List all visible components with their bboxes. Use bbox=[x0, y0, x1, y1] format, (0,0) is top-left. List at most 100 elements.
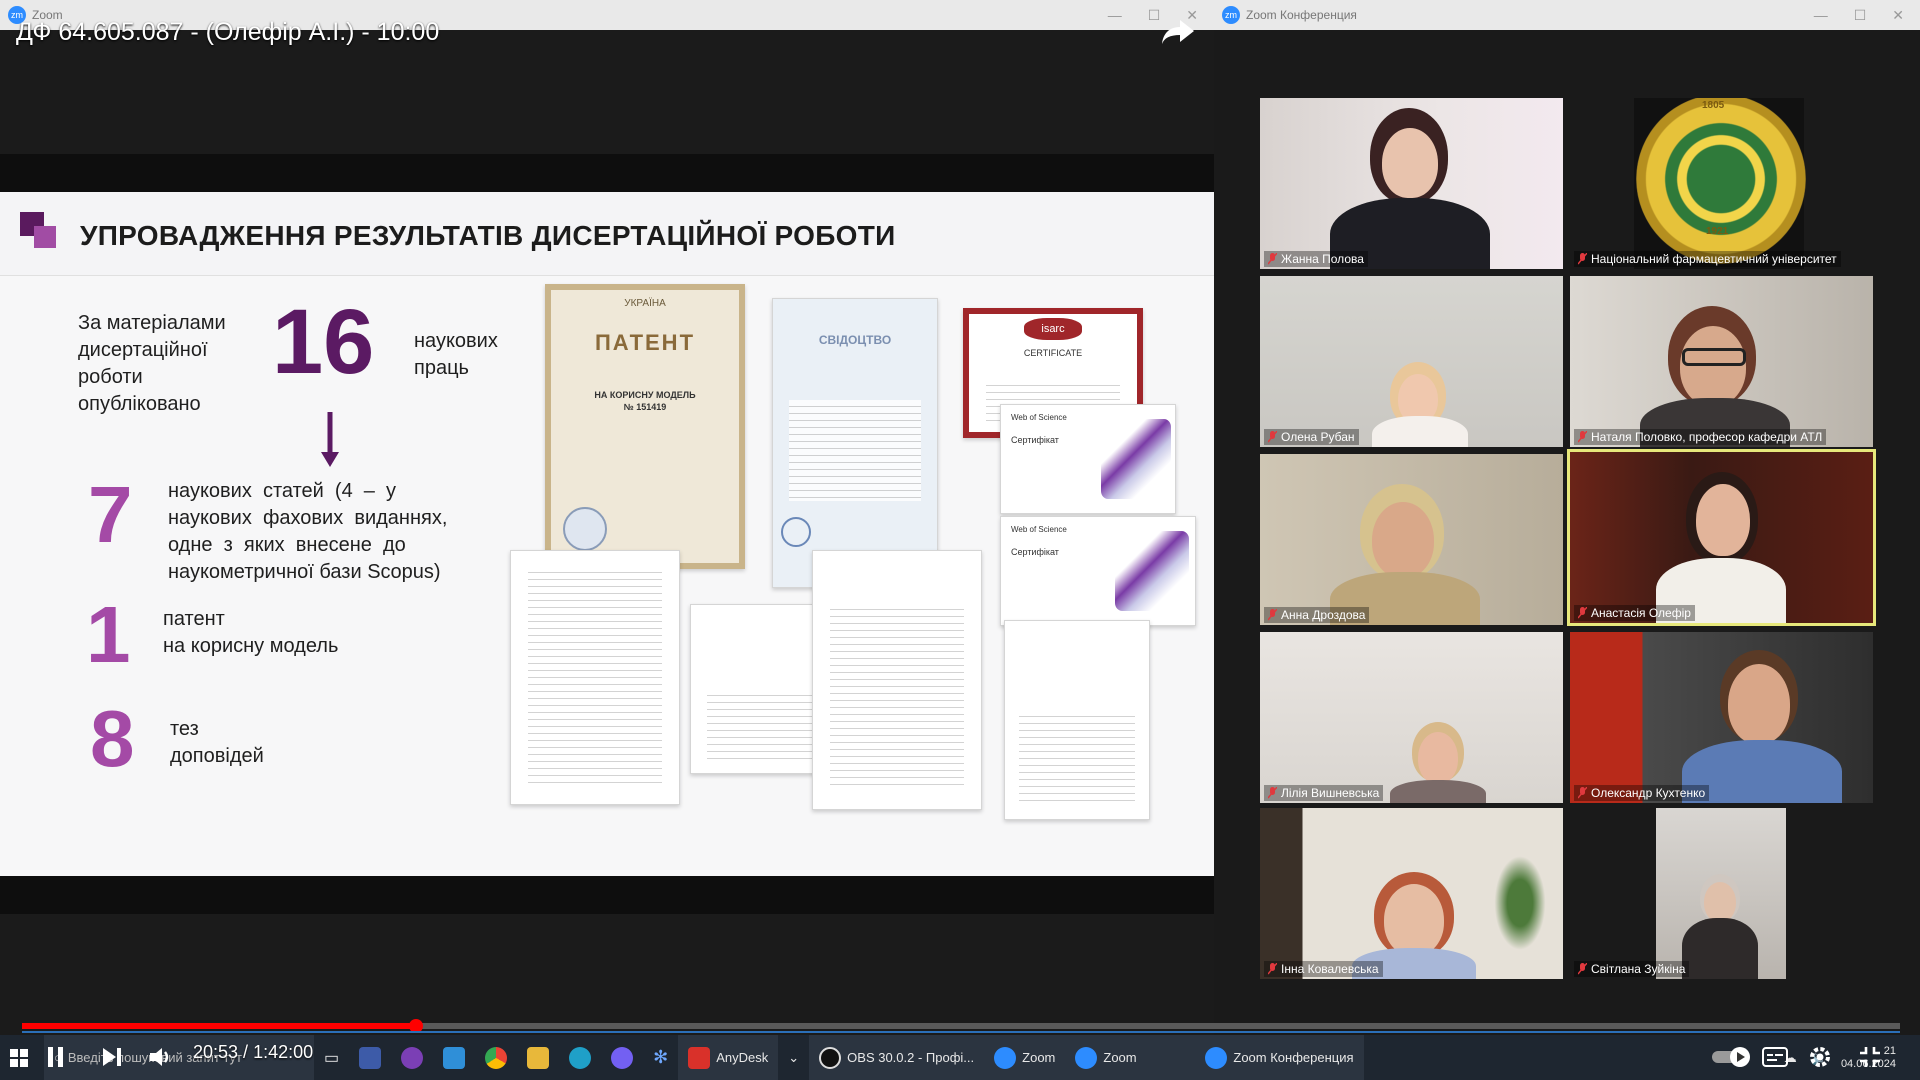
video-progress-bar[interactable] bbox=[22, 1019, 1900, 1033]
participant-tile[interactable]: Світлана Зуйкіна bbox=[1570, 808, 1873, 979]
vscode-icon[interactable] bbox=[433, 1035, 475, 1080]
wos-decoration bbox=[1115, 531, 1189, 611]
task-view-icon[interactable]: ▭ bbox=[314, 1035, 349, 1080]
settings-app-icon[interactable]: ✻ bbox=[643, 1035, 678, 1080]
slide-header: УПРОВАДЖЕННЯ РЕЗУЛЬТАТІВ ДИСЕРТАЦІЙНОЇ Р… bbox=[0, 192, 1214, 276]
wos-certificate-2: Web of Science Сертифікат bbox=[1000, 516, 1196, 626]
act-document bbox=[1004, 620, 1150, 820]
subtitles-button[interactable] bbox=[1762, 1040, 1788, 1074]
intro-line: роботи bbox=[78, 366, 143, 388]
wos-label: Web of Science bbox=[1011, 525, 1067, 534]
participant-tile[interactable]: 1805 1921 Національний фармацевтичний ун… bbox=[1570, 98, 1873, 269]
zoom-gallery-window: zm Zoom Конференция — ☐ ✕ Жанна Полова 1… bbox=[1214, 0, 1920, 1035]
participant-tile-active[interactable]: Анастасія Олефір bbox=[1567, 449, 1876, 626]
participant-tile[interactable]: Лілія Вишневська bbox=[1260, 632, 1563, 803]
next-icon bbox=[103, 1048, 121, 1066]
autoplay-toggle[interactable] bbox=[1712, 1040, 1754, 1074]
exit-fullscreen-button[interactable] bbox=[1858, 1040, 1882, 1074]
exit-fullscreen-icon bbox=[1860, 1047, 1880, 1067]
total-label: наукових праць bbox=[414, 328, 498, 382]
participant-name: Наталя Половко, професор кафедри АТЛ bbox=[1591, 430, 1823, 444]
participant-name: Анна Дроздова bbox=[1281, 608, 1366, 622]
taskbar-app-obs[interactable]: OBS 30.0.2 - Профі... bbox=[809, 1035, 985, 1080]
theses-line: тез bbox=[170, 718, 199, 740]
mic-off-icon bbox=[1268, 787, 1277, 799]
video-title: ДФ 64.605.087 - (Олефір А.І.) - 10:00 bbox=[16, 18, 440, 46]
viber-icon[interactable] bbox=[601, 1035, 643, 1080]
video-progress-played bbox=[22, 1023, 417, 1029]
sert-label: Сертифікат bbox=[1011, 435, 1059, 445]
participant-tile[interactable]: Олександр Кухтенко bbox=[1570, 632, 1873, 803]
svid-heading: СВІДОЦТВО bbox=[818, 333, 892, 347]
file-explorer-icon[interactable] bbox=[517, 1035, 559, 1080]
video-time: 20:53 / 1:42:00 bbox=[193, 1042, 313, 1063]
articles-line: наукових статей (4 – у bbox=[168, 480, 397, 502]
svidotstvo-document: СВІДОЦТВО bbox=[772, 298, 938, 588]
slide-logo-square-light bbox=[34, 226, 56, 248]
mic-off-icon bbox=[1578, 431, 1587, 443]
nfau-logo bbox=[1636, 98, 1806, 264]
maximize-icon[interactable]: ☐ bbox=[1854, 7, 1867, 24]
participant-tile[interactable]: Анна Дроздова bbox=[1260, 454, 1563, 625]
windows-start-button[interactable] bbox=[0, 1035, 44, 1080]
participant-name: Світлана Зуйкіна bbox=[1591, 962, 1686, 976]
patent-document: УКРАЇНА ПАТЕНТ НА КОРИСНУ МОДЕЛЬ № 15141… bbox=[545, 284, 745, 569]
next-button[interactable] bbox=[100, 1040, 124, 1074]
taskbar-app-anydesk[interactable]: AnyDesk bbox=[678, 1035, 779, 1080]
close-icon[interactable]: ✕ bbox=[1892, 7, 1904, 24]
taskbar-app-label: Zoom Конференция bbox=[1233, 1050, 1354, 1065]
cert-heading: CERTIFICATE bbox=[1023, 348, 1083, 358]
chrome-icon[interactable] bbox=[475, 1035, 517, 1080]
taskbar-app-zoom[interactable]: Zoom bbox=[1065, 1035, 1196, 1080]
save-app-icon[interactable] bbox=[349, 1035, 391, 1080]
participant-tile[interactable]: Жанна Полова bbox=[1260, 98, 1563, 269]
patent-line: на корисну модель bbox=[163, 635, 339, 657]
patent-no: № 151419 bbox=[623, 402, 667, 412]
system-tray: ☁ 🔈 21 04.06.2024 bbox=[1784, 1045, 1920, 1071]
participant-tile[interactable]: Олена Рубан bbox=[1260, 276, 1563, 447]
share-icon[interactable] bbox=[1160, 16, 1196, 46]
chevron-down-icon[interactable]: ⌄ bbox=[778, 1035, 809, 1080]
mic-off-icon bbox=[1268, 963, 1277, 975]
minimize-icon[interactable]: — bbox=[1814, 7, 1828, 24]
theses-number: 8 bbox=[90, 694, 135, 783]
participant-tile[interactable]: Наталя Половко, професор кафедри АТЛ bbox=[1570, 276, 1873, 447]
participant-name: Олена Рубан bbox=[1281, 430, 1355, 444]
participant-tile[interactable]: Інна Ковалевська bbox=[1260, 808, 1563, 979]
mic-off-icon bbox=[1268, 431, 1277, 443]
mic-off-icon bbox=[1268, 609, 1277, 621]
subtitles-icon bbox=[1762, 1047, 1788, 1067]
settings-button[interactable] bbox=[1808, 1040, 1832, 1074]
svid-seal bbox=[781, 517, 811, 547]
intro-line: дисертаційної bbox=[78, 339, 208, 361]
patent-line: патент bbox=[163, 608, 225, 630]
mic-off-icon bbox=[1268, 253, 1277, 265]
windows-icon bbox=[10, 1048, 28, 1067]
taskbar-app-zoom-conference[interactable]: Zoom Конференция bbox=[1195, 1035, 1364, 1080]
minimize-icon[interactable]: — bbox=[1108, 7, 1122, 24]
volume-icon bbox=[150, 1048, 169, 1066]
articles-text: наукових статей (4 – у наукових фахових … bbox=[168, 478, 468, 586]
theses-line: доповідей bbox=[170, 745, 264, 767]
edge-icon[interactable] bbox=[559, 1035, 601, 1080]
patent-seal bbox=[563, 507, 607, 551]
patent-heading: ПАТЕНТ bbox=[594, 330, 696, 355]
obs-purple-app-icon[interactable] bbox=[391, 1035, 433, 1080]
wos-decoration bbox=[1101, 419, 1171, 499]
volume-button[interactable] bbox=[148, 1040, 174, 1074]
intro-line: За матеріалами bbox=[78, 312, 226, 334]
taskbar-app-zoom[interactable]: Zoom bbox=[984, 1035, 1066, 1080]
nfau-logo-year: 1805 bbox=[1702, 100, 1725, 111]
mic-off-icon bbox=[1578, 607, 1587, 619]
participant-name: Анастасія Олефір bbox=[1591, 606, 1691, 620]
participant-name: Лілія Вишневська bbox=[1281, 786, 1380, 800]
taskbar-app-label: AnyDesk bbox=[716, 1050, 769, 1065]
articles-line: одне з яких внесене до bbox=[168, 534, 406, 556]
maximize-icon[interactable]: ☐ bbox=[1148, 7, 1161, 24]
patent-text: патент на корисну модель bbox=[163, 606, 338, 660]
taskbar-accent-line bbox=[22, 1031, 1900, 1033]
articles-number: 7 bbox=[88, 470, 133, 559]
taskbar-app-label: Zoom bbox=[1103, 1050, 1137, 1065]
mic-off-icon bbox=[1578, 787, 1587, 799]
pause-button[interactable] bbox=[44, 1040, 68, 1074]
